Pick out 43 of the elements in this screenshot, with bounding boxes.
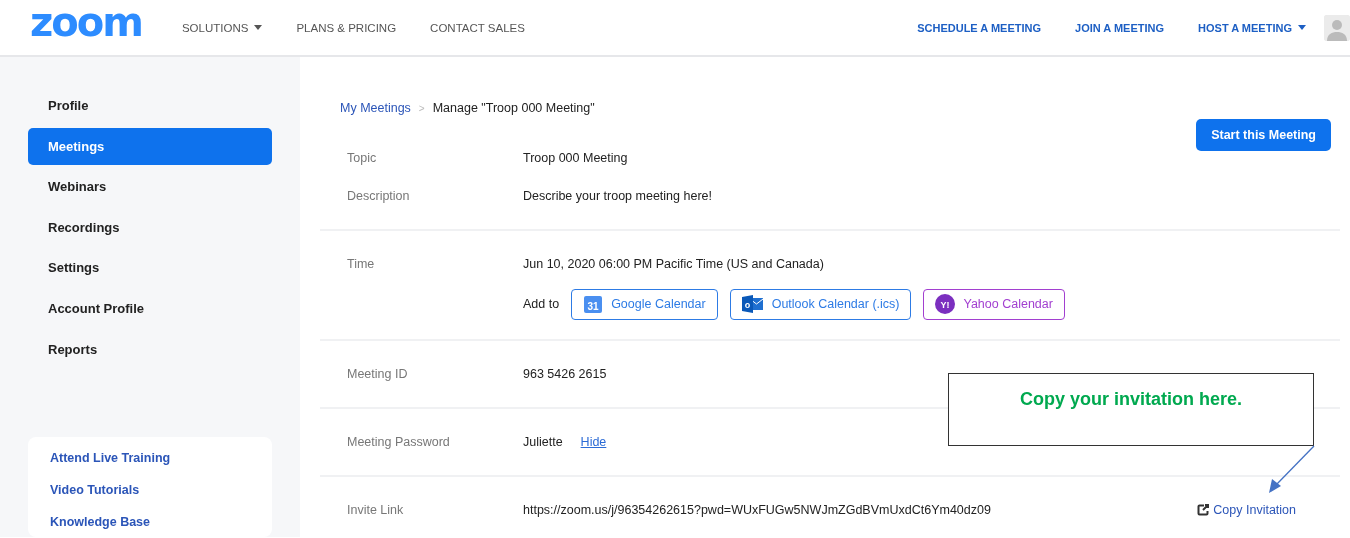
add-to-label: Add to [523,297,560,311]
help-link[interactable]: Attend Live Training [50,451,250,465]
share-icon [1197,504,1210,516]
breadcrumb-link[interactable]: My Meetings [340,101,411,115]
callout-box: Copy your invitation here. [948,373,1314,446]
nav-link[interactable]: CONTACT SALES [430,21,525,34]
field-value: https://zoom.us/j/96354262615?pwd=WUxFUGw5NWJmZGdBVmUxdCt6Ym40dz09 [523,503,991,517]
field-label: Meeting Password [347,435,451,449]
pointer-arrow [1269,445,1315,493]
sidebar-item[interactable]: Recordings [28,208,272,246]
field-label: Topic [347,151,378,165]
nav-link[interactable]: HOST A MEETING [1198,21,1306,34]
breadcrumb-current: Manage "Troop 000 Meeting" [432,101,595,115]
help-link[interactable]: Video Tutorials [50,483,250,497]
field-label: Meeting ID [347,367,409,381]
field-value: Troop 000 Meeting [523,151,628,165]
hide-link[interactable]: Hide [580,435,607,449]
field-value: Jun 10, 2020 06:00 PM Pacific Time (US and Canada) [523,257,824,271]
field-value: Describe your troop meeting here! [523,189,712,203]
nav-link[interactable]: SCHEDULE A MEETING [917,21,1042,34]
calendar-button[interactable]: o Outlook Calendar (.ics) [729,288,912,320]
sidebar-item[interactable]: Meetings [28,127,272,165]
field-label: Invite Link [347,503,405,517]
breadcrumb-separator: > [418,102,425,114]
field-value: 963 5426 2615 [523,367,607,381]
sidebar-item[interactable]: Reports [28,330,272,368]
help-link[interactable]: Knowledge Base [50,515,250,529]
sidebar-item[interactable]: Webinars [28,168,272,206]
calendar-button[interactable]: Y! Yahoo Calendar [923,288,1065,320]
nav-link[interactable]: JOIN A MEETING [1075,21,1165,34]
start-meeting-button[interactable]: Start this Meeting [1196,119,1331,151]
calendar-icon: 31 [583,294,604,314]
copy-invitation-link[interactable]: Copy Invitation [1197,503,1296,517]
yahoo-icon: Y! [935,294,956,314]
field-label: Description [347,189,411,203]
nav-link[interactable]: PLANS & PRICING [296,21,397,34]
sidebar-item[interactable]: Account Profile [28,289,272,327]
field-value: Juliette [523,435,563,449]
nav-link[interactable]: SOLUTIONS [181,21,263,34]
sidebar-item[interactable]: Settings [28,249,272,287]
sidebar-item[interactable]: Profile [28,87,272,124]
field-label: Time [347,257,376,271]
calendar-button[interactable]: 31 Google Calendar [571,288,718,320]
